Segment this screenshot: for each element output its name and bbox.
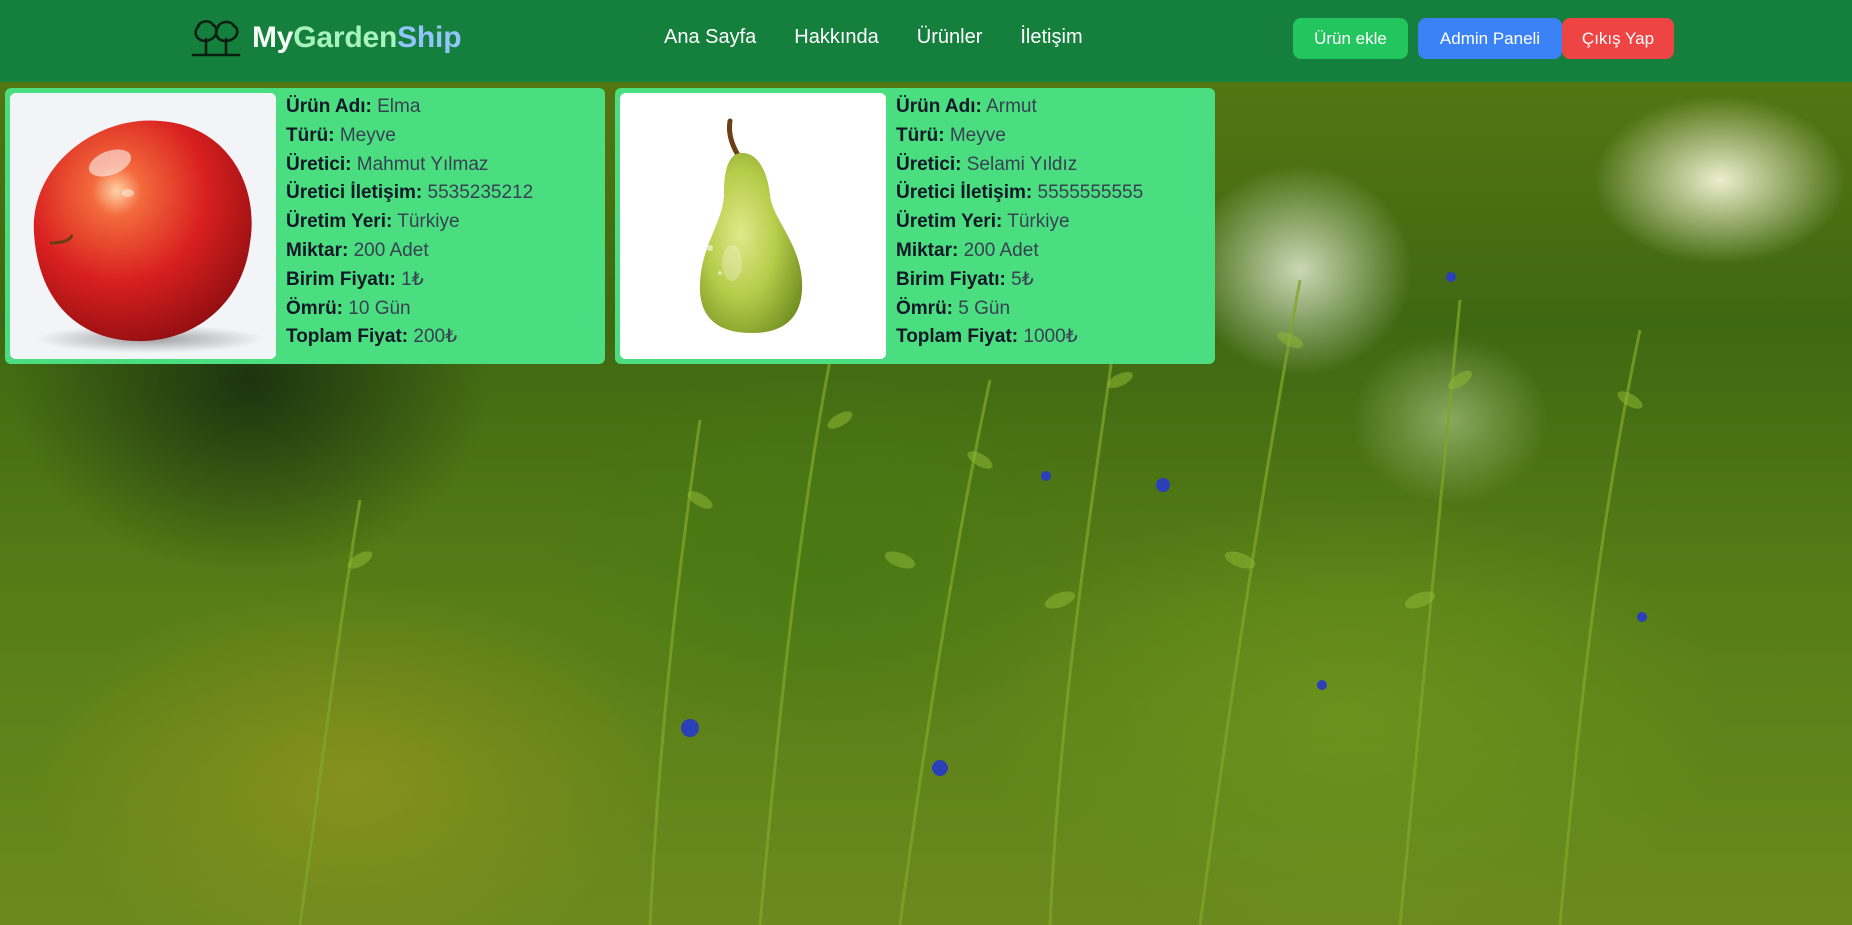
nav-link-products[interactable]: Ürünler bbox=[917, 26, 983, 49]
brand-part-my: My bbox=[252, 21, 294, 54]
product-name-value: Armut bbox=[986, 96, 1037, 117]
product-card[interactable]: Ürün Adı: Elma Türü: Meyve Üretici: Mahm… bbox=[5, 88, 605, 364]
origin-row: Üretim Yeri: Türkiye bbox=[286, 208, 533, 237]
nav-link-about[interactable]: Hakkında bbox=[794, 26, 879, 49]
total-price-row: Toplam Fiyat: 1000₺ bbox=[896, 323, 1143, 352]
quantity-value: 200 Adet bbox=[963, 239, 1039, 261]
product-type-label: Türü: bbox=[896, 124, 945, 146]
nav-links: Ana Sayfa Hakkında Ürünler İletişim bbox=[664, 26, 1083, 49]
producer-contact-label: Üretici İletişim: bbox=[896, 182, 1033, 204]
total-price-label: Toplam Fiyat: bbox=[286, 326, 409, 348]
product-image bbox=[10, 93, 276, 359]
producer-value: Mahmut Yılmaz bbox=[356, 153, 489, 175]
nav-link-home[interactable]: Ana Sayfa bbox=[664, 26, 756, 49]
producer-row: Üretici: Selami Yıldız bbox=[896, 151, 1143, 180]
producer-contact-row: Üretici İletişim: 5555555555 bbox=[896, 179, 1143, 208]
origin-label: Üretim Yeri: bbox=[896, 211, 1003, 233]
add-product-button[interactable]: Ürün ekle bbox=[1293, 18, 1408, 59]
logout-button[interactable]: Çıkış Yap bbox=[1562, 18, 1674, 59]
total-price-row: Toplam Fiyat: 200₺ bbox=[286, 323, 533, 352]
unit-price-row: Birim Fiyatı: 1₺ bbox=[286, 266, 533, 295]
top-navbar: MyGardenShip Ana Sayfa Hakkında Ürünler … bbox=[0, 0, 1852, 82]
trees-logo-icon bbox=[191, 20, 241, 57]
brand-part-garden: Garden bbox=[293, 21, 398, 54]
product-details: Ürün Adı: Armut Türü: Meyve Üretici: Sel… bbox=[896, 93, 1143, 352]
total-price-value: 1000₺ bbox=[1023, 326, 1078, 348]
total-price-value: 200₺ bbox=[413, 326, 458, 348]
unit-price-value: 1₺ bbox=[401, 268, 424, 290]
nav-actions: Ürün ekle Admin Paneli Çıkış Yap bbox=[1293, 18, 1674, 59]
product-name-value: Elma bbox=[377, 96, 421, 117]
product-image bbox=[620, 93, 886, 359]
lifetime-value: 5 Gün bbox=[958, 297, 1011, 319]
quantity-label: Miktar: bbox=[896, 239, 959, 261]
lifetime-value: 10 Gün bbox=[348, 297, 411, 319]
admin-panel-button[interactable]: Admin Paneli bbox=[1418, 18, 1562, 59]
product-name-label: Ürün Adı: bbox=[286, 96, 372, 117]
brand-name: MyGardenShip bbox=[252, 21, 462, 55]
producer-contact-value: 5535235212 bbox=[427, 182, 534, 204]
product-type-value: Meyve bbox=[339, 124, 396, 146]
nav-link-contact[interactable]: İletişim bbox=[1020, 26, 1082, 49]
product-type-row: Türü: Meyve bbox=[896, 122, 1143, 151]
unit-price-value: 5₺ bbox=[1011, 268, 1034, 290]
product-type-row: Türü: Meyve bbox=[286, 122, 533, 151]
product-name-row: Ürün Adı: Elma bbox=[286, 93, 533, 122]
producer-label: Üretici: bbox=[896, 153, 962, 175]
lifetime-label: Ömrü: bbox=[896, 297, 953, 319]
brand-part-ship: Ship bbox=[397, 21, 462, 54]
product-details: Ürün Adı: Elma Türü: Meyve Üretici: Mahm… bbox=[286, 93, 533, 352]
quantity-row: Miktar: 200 Adet bbox=[286, 237, 533, 266]
unit-price-label: Birim Fiyatı: bbox=[286, 268, 396, 290]
quantity-row: Miktar: 200 Adet bbox=[896, 237, 1143, 266]
lifetime-label: Ömrü: bbox=[286, 297, 343, 319]
producer-label: Üretici: bbox=[286, 153, 352, 175]
total-price-label: Toplam Fiyat: bbox=[896, 326, 1019, 348]
producer-contact-label: Üretici İletişim: bbox=[286, 182, 423, 204]
quantity-label: Miktar: bbox=[286, 239, 349, 261]
origin-value: Türkiye bbox=[1007, 211, 1070, 233]
brand-logo[interactable]: MyGardenShip bbox=[190, 17, 462, 59]
unit-price-row: Birim Fiyatı: 5₺ bbox=[896, 266, 1143, 295]
origin-value: Türkiye bbox=[397, 211, 460, 233]
lifetime-row: Ömrü: 10 Gün bbox=[286, 295, 533, 324]
lifetime-row: Ömrü: 5 Gün bbox=[896, 295, 1143, 324]
product-card[interactable]: Ürün Adı: Armut Türü: Meyve Üretici: Sel… bbox=[615, 88, 1215, 364]
product-type-label: Türü: bbox=[286, 124, 335, 146]
product-name-label: Ürün Adı: bbox=[896, 96, 982, 117]
producer-contact-value: 5555555555 bbox=[1037, 182, 1144, 204]
origin-row: Üretim Yeri: Türkiye bbox=[896, 208, 1143, 237]
origin-label: Üretim Yeri: bbox=[286, 211, 393, 233]
producer-value: Selami Yıldız bbox=[966, 153, 1078, 175]
producer-row: Üretici: Mahmut Yılmaz bbox=[286, 151, 533, 180]
apple-icon bbox=[10, 93, 276, 359]
quantity-value: 200 Adet bbox=[353, 239, 429, 261]
producer-contact-row: Üretici İletişim: 5535235212 bbox=[286, 179, 533, 208]
product-type-value: Meyve bbox=[949, 124, 1006, 146]
product-name-row: Ürün Adı: Armut bbox=[896, 93, 1143, 122]
unit-price-label: Birim Fiyatı: bbox=[896, 268, 1006, 290]
pear-icon bbox=[620, 93, 886, 359]
